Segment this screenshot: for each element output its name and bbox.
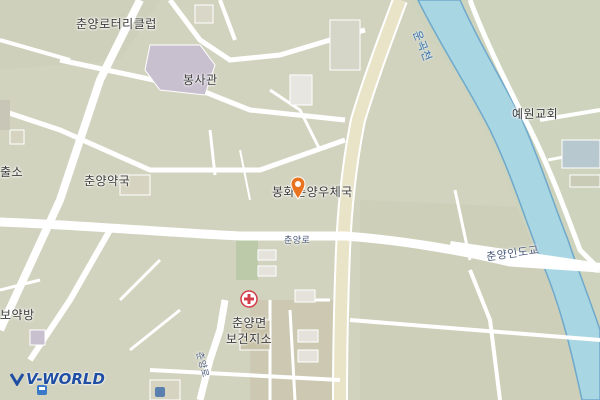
label-rotary-club[interactable]: 춘양로터리클럽 (76, 15, 157, 32)
label-left-edge-2[interactable]: 보약방 (0, 306, 35, 323)
hospital-cross-icon[interactable] (240, 290, 258, 308)
label-health-center-line2[interactable]: 보건지소 (226, 330, 272, 347)
building-poi-icon (155, 387, 165, 397)
label-pharmacy[interactable]: 춘양약국 (84, 172, 130, 189)
label-post-office[interactable]: 봉화춘양우체국 (272, 183, 353, 200)
label-road-chunyang: 춘양로 (284, 236, 311, 246)
label-yewon-church[interactable]: 예원교회 (512, 105, 558, 122)
label-bongsagwan[interactable]: 봉사관 (183, 71, 218, 88)
location-pin-icon[interactable] (290, 176, 306, 200)
label-health-center-line1[interactable]: 춘양면 (232, 314, 267, 331)
vworld-logo: V-WORLD (10, 368, 105, 390)
vworld-logo-text: V-WORLD (26, 370, 105, 388)
map-base-layer (0, 0, 600, 400)
vworld-logo-icon (10, 373, 24, 386)
label-left-edge-1[interactable]: 출소 (0, 163, 23, 180)
map-view[interactable]: 춘양로터리클럽 봉사관 예원교회 춘양약국 봉화춘양우체국 춘양로 춘양인도교 … (0, 0, 600, 400)
